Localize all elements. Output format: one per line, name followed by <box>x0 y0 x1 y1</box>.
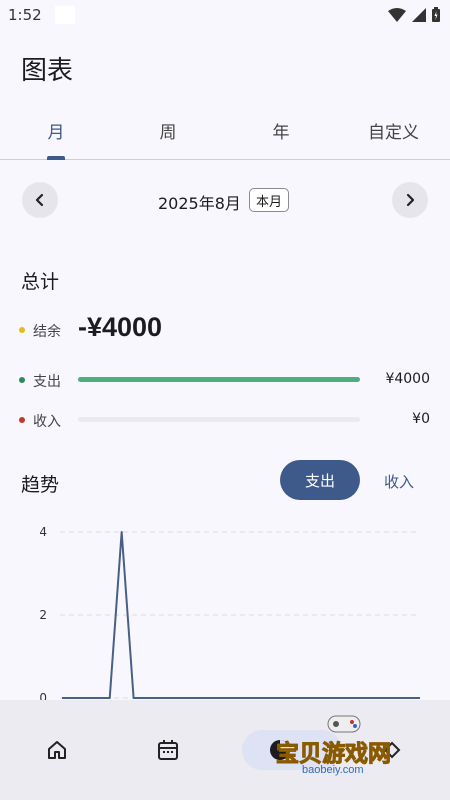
tab-month[interactable]: 月 <box>0 112 112 160</box>
trend-chart: 420 <box>39 525 420 705</box>
signal-icon <box>412 7 426 22</box>
chevron-right-icon <box>406 193 415 207</box>
tab-custom[interactable]: 自定义 <box>337 112 450 159</box>
summary-title: 总计 <box>21 271 60 293</box>
balance-dot <box>19 327 25 333</box>
expense-toggle-button[interactable]: 支出 <box>280 460 360 500</box>
chevron-left-icon <box>35 193 44 207</box>
previous-period-button[interactable] <box>22 182 58 218</box>
period-label: 2025年8月 <box>158 194 241 213</box>
income-toggle-button[interactable]: 收入 <box>384 471 414 492</box>
trend-title: 趋势 <box>21 474 60 496</box>
expense-bar <box>78 377 360 382</box>
balance-value: -¥4000 <box>78 312 163 342</box>
balance-label: 结余 <box>33 324 61 340</box>
income-label: 收入 <box>33 414 61 430</box>
home-icon <box>48 741 66 759</box>
tab-custom-label: 自定义 <box>368 123 419 143</box>
tab-week[interactable]: 周 <box>112 112 224 159</box>
tab-year[interactable]: 年 <box>225 112 337 159</box>
battery-icon <box>432 7 440 22</box>
watermark-logo: 宝贝游戏网 baobeiy.com <box>272 712 422 782</box>
status-icons <box>388 7 440 22</box>
next-period-button[interactable] <box>392 182 428 218</box>
y-tick-label: 4 <box>39 525 47 539</box>
income-dot <box>19 417 25 423</box>
period-tabs: 月 周 年 自定义 <box>0 112 450 160</box>
tab-month-label: 月 <box>47 123 65 143</box>
status-bar: 1:52 <box>0 0 450 32</box>
calendar-icon <box>158 740 178 760</box>
income-value: ¥0 <box>412 411 430 427</box>
tab-active-indicator <box>47 156 65 160</box>
expense-value: ¥4000 <box>385 371 430 387</box>
tab-year-label: 年 <box>272 123 290 143</box>
status-notification-box <box>55 6 75 24</box>
watermark-text: 宝贝游戏网 <box>276 741 392 768</box>
expense-dot <box>19 377 25 383</box>
expense-label: 支出 <box>33 374 61 390</box>
y-tick-label: 2 <box>39 608 47 622</box>
expense-bar-fill <box>78 377 360 382</box>
gamepad-icon <box>327 715 361 733</box>
income-bar <box>78 417 360 422</box>
page-title: 图表 <box>21 56 74 86</box>
nav-home[interactable] <box>43 736 71 764</box>
watermark-url: baobeiy.com <box>302 764 364 776</box>
nav-calendar[interactable] <box>154 736 182 764</box>
status-time: 1:52 <box>8 6 42 24</box>
wifi-icon <box>388 7 406 22</box>
current-month-chip[interactable]: 本月 <box>249 188 290 212</box>
tab-week-label: 周 <box>159 123 177 143</box>
